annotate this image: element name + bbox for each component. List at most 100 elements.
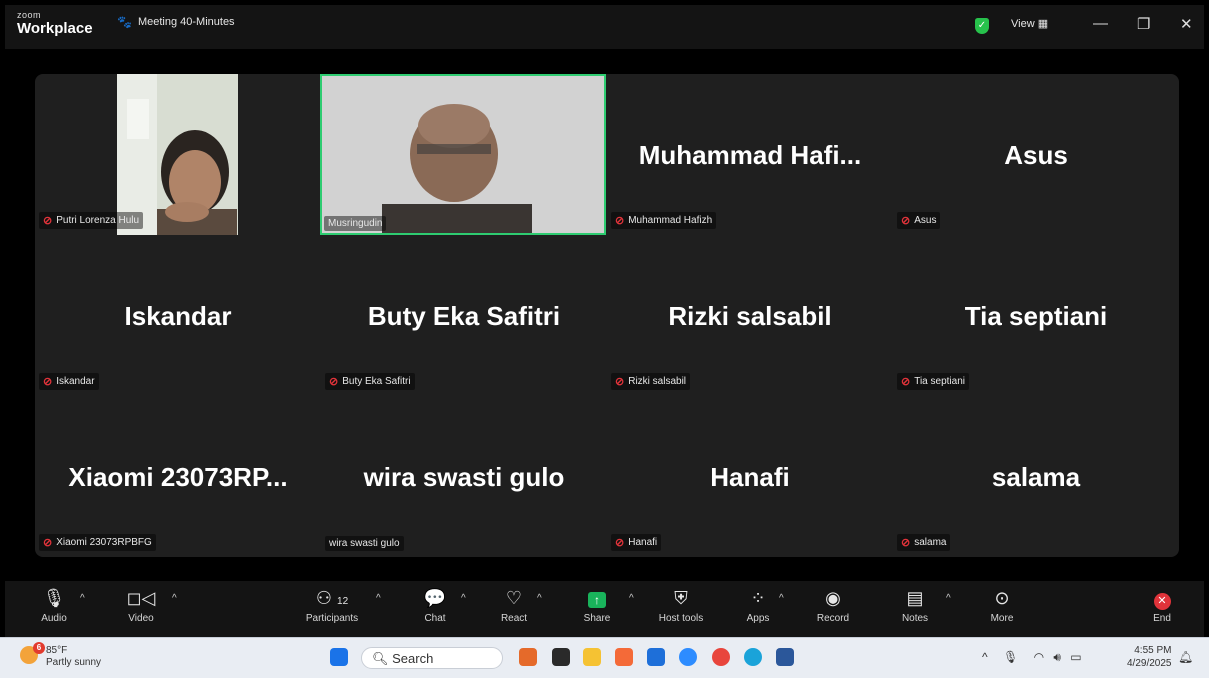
task-view-icon[interactable] bbox=[552, 648, 570, 666]
participant-label: ⊘ Rizki salsabil bbox=[611, 373, 691, 390]
more-button[interactable]: ⊙ More bbox=[986, 587, 1018, 624]
end-button[interactable]: ✕ End bbox=[1148, 587, 1176, 624]
mail-icon[interactable] bbox=[647, 648, 665, 666]
participant-tile[interactable]: salama ⊘ salama bbox=[893, 396, 1179, 557]
share-button[interactable]: ↑ Share bbox=[581, 587, 613, 624]
participant-label: ⊘ Buty Eka Safitri bbox=[325, 373, 415, 390]
widget-icon[interactable] bbox=[519, 648, 537, 666]
participant-tile-active-speaker[interactable]: Musringudin bbox=[320, 74, 606, 235]
record-icon: ◉ bbox=[825, 588, 841, 608]
notification-bell-icon[interactable]: 🔔︎ bbox=[1178, 650, 1193, 664]
participant-tile[interactable]: Iskandar ⊘ Iskandar bbox=[35, 235, 321, 396]
video-button[interactable]: ◻◁ Video bbox=[124, 587, 158, 624]
participant-tile[interactable]: Hanafi ⊘ Hanafi bbox=[607, 396, 893, 557]
mic-muted-icon: ⊘ bbox=[901, 215, 911, 227]
chat-button[interactable]: 💬 Chat bbox=[420, 587, 450, 624]
react-button[interactable]: ♡ React bbox=[498, 587, 530, 624]
heart-icon: ♡ bbox=[505, 588, 523, 608]
mic-muted-icon: ⊘ bbox=[43, 215, 53, 227]
notes-button[interactable]: ▤ Notes bbox=[898, 587, 932, 624]
participant-tile[interactable]: Xiaomi 23073RP... ⊘ Xiaomi 23073RPBFG bbox=[35, 396, 321, 557]
share-options-caret[interactable]: ^ bbox=[629, 593, 634, 604]
security-shield-icon[interactable]: ✓ bbox=[975, 18, 989, 34]
video-frame bbox=[117, 74, 238, 235]
participant-label: ⊘ salama bbox=[897, 534, 951, 551]
participant-label: ⊘ Hanafi bbox=[611, 534, 662, 551]
shield-icon: ⛨ bbox=[674, 588, 688, 608]
participants-button[interactable]: ⚇ 12 Participants bbox=[300, 587, 364, 624]
participant-name: Xiaomi 23073RP... bbox=[68, 462, 288, 492]
participant-tile[interactable]: Rizki salsabil ⊘ Rizki salsabil bbox=[607, 235, 893, 396]
participant-tile[interactable]: ⊘ Putri Lorenza Hulu bbox=[35, 74, 321, 235]
microphone-icon: 🎙 bbox=[1002, 650, 1019, 664]
participant-name: Rizki salsabil bbox=[668, 301, 832, 331]
record-button[interactable]: ◉ Record bbox=[813, 587, 853, 624]
mic-muted-icon: ⊘ bbox=[901, 376, 911, 388]
zoom-app-icon[interactable] bbox=[679, 648, 697, 666]
taskbar-search[interactable]: 🔍︎ Search bbox=[361, 647, 503, 669]
share-arrow-icon: ↑ bbox=[581, 587, 613, 609]
participant-label: ⊘ Iskandar bbox=[39, 373, 99, 390]
end-call-icon: ✕ bbox=[1148, 587, 1176, 610]
audio-button[interactable]: 🎙 Audio bbox=[38, 587, 70, 624]
mic-muted-icon: ⊘ bbox=[615, 376, 625, 388]
participant-tile[interactable]: Buty Eka Safitri ⊘ Buty Eka Safitri bbox=[321, 235, 607, 396]
participant-tile[interactable]: Muhammad Hafi... ⊘ Muhammad Hafizh bbox=[607, 74, 893, 235]
microphone-icon: 🎙 bbox=[42, 588, 66, 608]
video-options-caret[interactable]: ^ bbox=[172, 593, 177, 604]
react-options-caret[interactable]: ^ bbox=[537, 593, 542, 604]
edge-icon[interactable] bbox=[744, 648, 762, 666]
participant-name: Asus bbox=[1004, 140, 1068, 170]
title-bar: zoom Workplace 🐾 Meeting 40-Minutes ✓ Vi… bbox=[5, 5, 1204, 49]
meeting-title: Meeting 40-Minutes bbox=[137, 16, 235, 28]
file-explorer-icon[interactable] bbox=[583, 648, 601, 666]
participant-label: ⊘ Asus bbox=[897, 212, 941, 229]
gallery-view: ⊘ Putri Lorenza Hulu Musringudin Muhamma… bbox=[35, 74, 1179, 557]
grid-icon: ▦ bbox=[1037, 18, 1049, 30]
weather-condition: Partly sunny bbox=[46, 657, 102, 668]
restore-icon[interactable]: ❐ bbox=[1137, 15, 1150, 33]
view-button[interactable]: View ▦ bbox=[1011, 17, 1048, 30]
apps-button[interactable]: ⁘ Apps bbox=[742, 587, 774, 624]
weather-widget[interactable]: 85°F Partly sunny bbox=[46, 645, 101, 669]
participant-label: ⊘ Xiaomi 23073RPBFG bbox=[39, 534, 156, 551]
chevron-up-icon[interactable]: ^ bbox=[982, 650, 988, 664]
participant-name: Muhammad Hafi... bbox=[638, 140, 862, 170]
chrome-icon[interactable] bbox=[712, 648, 730, 666]
host-tools-button[interactable]: ⛨ Host tools bbox=[653, 587, 709, 624]
mic-muted-icon: ⊘ bbox=[329, 376, 339, 388]
windows-start-icon[interactable] bbox=[330, 648, 348, 666]
participant-tile[interactable]: wira swasti gulo wira swasti gulo bbox=[321, 396, 607, 557]
view-label: View bbox=[1011, 18, 1035, 30]
participant-tile[interactable]: Asus ⊘ Asus bbox=[893, 74, 1179, 235]
participant-tile[interactable]: Tia septiani ⊘ Tia septiani bbox=[893, 235, 1179, 396]
system-tray[interactable]: ^ 🎙 ◠ 🔊︎ ▭ bbox=[982, 650, 1082, 665]
wifi-icon: ◠ bbox=[1033, 650, 1045, 664]
notes-options-caret[interactable]: ^ bbox=[946, 593, 951, 604]
more-icon: ⊙ bbox=[994, 588, 1010, 608]
participant-label: ⊘ Tia septiani bbox=[897, 373, 969, 390]
chat-options-caret[interactable]: ^ bbox=[461, 593, 466, 604]
search-placeholder: Search bbox=[392, 651, 434, 666]
windows-taskbar: 6 85°F Partly sunny 🔍︎ Search ^ 🎙 ◠ 🔊︎ ▭… bbox=[0, 637, 1209, 678]
minimize-icon[interactable]: — bbox=[1093, 15, 1108, 32]
zoom-window: zoom Workplace 🐾 Meeting 40-Minutes ✓ Vi… bbox=[5, 5, 1204, 637]
meeting-info[interactable]: 🐾 Meeting 40-Minutes bbox=[117, 15, 235, 29]
store-icon[interactable] bbox=[615, 648, 633, 666]
weather-badge: 6 bbox=[33, 642, 45, 654]
notes-icon: ▤ bbox=[906, 588, 924, 608]
close-icon[interactable]: ✕ bbox=[1180, 15, 1193, 33]
mic-muted-icon: ⊘ bbox=[615, 215, 625, 227]
participant-video bbox=[117, 74, 238, 235]
participant-name: Buty Eka Safitri bbox=[367, 301, 561, 331]
taskbar-clock[interactable]: 4:55 PM 4/29/2025 bbox=[1127, 644, 1172, 670]
word-icon[interactable] bbox=[776, 648, 794, 666]
participants-options-caret[interactable]: ^ bbox=[376, 593, 381, 604]
zoom-logo: zoom Workplace bbox=[17, 10, 93, 37]
audio-options-caret[interactable]: ^ bbox=[80, 593, 85, 604]
brand-small: zoom bbox=[17, 10, 42, 20]
apps-options-caret[interactable]: ^ bbox=[779, 593, 784, 604]
apps-icon: ⁘ bbox=[750, 588, 766, 608]
participant-name: wira swasti gulo bbox=[363, 462, 565, 492]
